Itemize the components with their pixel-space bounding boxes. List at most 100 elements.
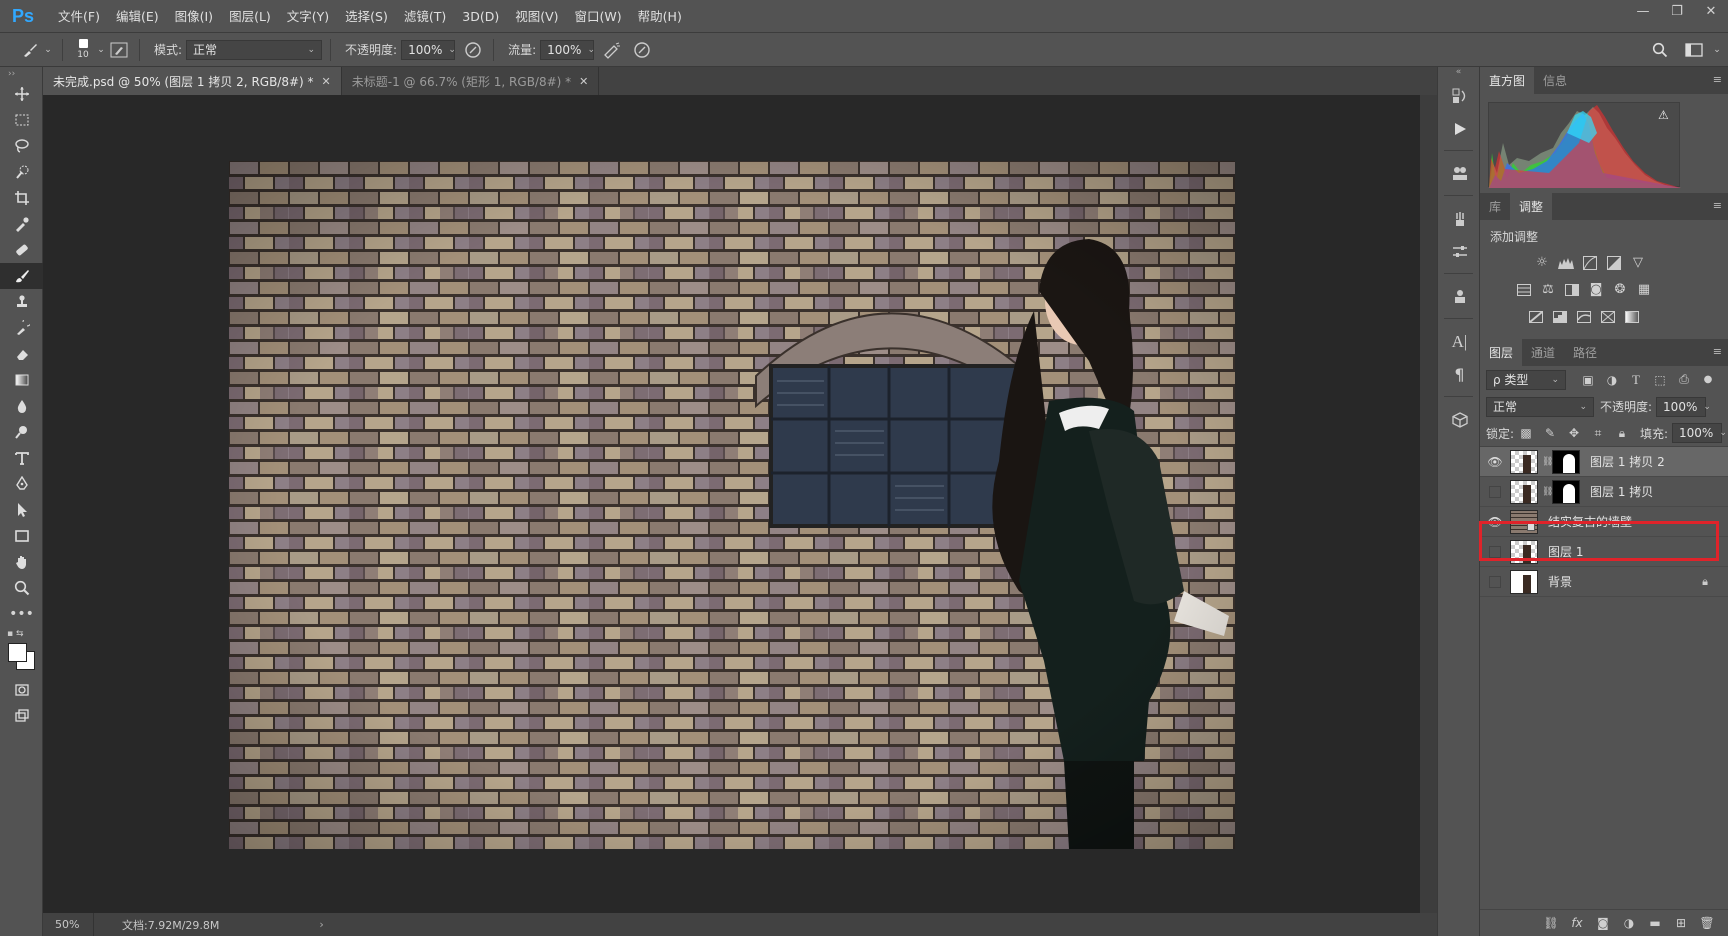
gradient-map-icon[interactable] — [1620, 306, 1644, 328]
menu-select[interactable]: 选择(S) — [337, 0, 396, 33]
delete-layer-icon[interactable]: 🗑︎ — [1694, 916, 1720, 930]
link-icon[interactable]: ⛓ — [1542, 487, 1553, 497]
chevron-down-icon[interactable]: ⌄ — [95, 38, 107, 62]
eye-icon[interactable] — [1480, 575, 1510, 588]
status-menu-arrow[interactable]: › — [319, 918, 323, 931]
zoom-tool[interactable] — [0, 575, 43, 601]
close-icon[interactable]: ✕ — [579, 75, 588, 88]
3d-panel-icon[interactable] — [1438, 157, 1481, 190]
menu-file[interactable]: 文件(F) — [50, 0, 108, 33]
color-balance-icon[interactable]: ⚖ — [1536, 279, 1560, 301]
layer-name[interactable]: 结实复古的墙壁 — [1548, 513, 1632, 530]
invert-icon[interactable] — [1524, 306, 1548, 328]
levels-icon[interactable] — [1554, 252, 1578, 274]
healing-brush-tool[interactable] — [0, 237, 43, 263]
menu-3d[interactable]: 3D(D) — [454, 0, 507, 33]
vertical-scrollbar[interactable] — [1420, 95, 1437, 913]
black-white-icon[interactable] — [1560, 279, 1584, 301]
filter-pixel-icon[interactable]: ▣ — [1576, 369, 1600, 391]
search-icon[interactable] — [1648, 38, 1672, 62]
filter-shape-icon[interactable]: ⬚ — [1648, 369, 1672, 391]
3d-cube-icon[interactable] — [1438, 403, 1481, 436]
mode-select[interactable]: 正常 ⌄ — [186, 39, 323, 60]
lasso-tool[interactable] — [0, 133, 43, 159]
airbrush-icon[interactable] — [600, 38, 624, 62]
eye-icon[interactable] — [1480, 545, 1510, 558]
posterize-icon[interactable] — [1548, 306, 1572, 328]
new-adjustment-icon[interactable]: ◑ — [1616, 916, 1642, 930]
close-icon[interactable]: ✕ — [322, 75, 331, 88]
brush-size-picker[interactable]: 10 — [71, 36, 95, 64]
history-panel-icon[interactable] — [1438, 79, 1481, 112]
foreground-color[interactable] — [8, 643, 27, 662]
quick-selection-tool[interactable] — [0, 159, 43, 185]
filter-adjustment-icon[interactable]: ◑ — [1600, 369, 1624, 391]
pressure-opacity-icon[interactable] — [461, 38, 485, 62]
menu-view[interactable]: 视图(V) — [507, 0, 566, 33]
tab-histogram[interactable]: 直方图 — [1480, 67, 1535, 94]
eye-icon[interactable]: 👁︎ — [1480, 455, 1510, 469]
restore-button[interactable]: ❐ — [1660, 0, 1694, 22]
default-colors-icon[interactable]: ▪ ⇆ — [7, 629, 24, 639]
panel-menu-icon[interactable]: ≡ — [1713, 73, 1722, 86]
threshold-icon[interactable] — [1572, 306, 1596, 328]
path-selection-tool[interactable] — [0, 497, 43, 523]
tab-info[interactable]: 信息 — [1534, 67, 1576, 94]
brush-preset-icon[interactable] — [18, 38, 42, 62]
eyedropper-tool[interactable] — [0, 211, 43, 237]
selective-color-icon[interactable] — [1596, 306, 1620, 328]
exposure-icon[interactable] — [1602, 252, 1626, 274]
filter-toggle-icon[interactable]: ● — [1696, 369, 1720, 391]
chevron-down-icon[interactable]: ⌄ — [1710, 38, 1724, 62]
minimize-button[interactable]: — — [1626, 0, 1660, 22]
properties-icon[interactable] — [1438, 235, 1481, 268]
character-panel-icon[interactable]: A| — [1438, 325, 1481, 358]
opacity-input[interactable]: 100% ⌄ — [401, 39, 456, 60]
paragraph-panel-icon[interactable]: ¶ — [1438, 358, 1481, 391]
color-swatches[interactable]: ▪ ⇆ — [0, 627, 43, 677]
curves-icon[interactable] — [1578, 252, 1602, 274]
lock-artboard-icon[interactable]: ⌗ — [1586, 422, 1610, 444]
layer-row[interactable]: 👁︎ 结实复古的墙壁 — [1480, 507, 1728, 537]
layer-name[interactable]: 图层 1 拷贝 — [1590, 483, 1653, 500]
menu-layer[interactable]: 图层(L) — [221, 0, 279, 33]
type-tool[interactable] — [0, 445, 43, 471]
marquee-tool[interactable] — [0, 107, 43, 133]
zoom-level[interactable]: 50% — [43, 918, 93, 931]
layer-row[interactable]: ⛓ 图层 1 拷贝 — [1480, 477, 1728, 507]
tab-document-2[interactable]: 未标题-1 @ 66.7% (矩形 1, RGB/8#) * ✕ — [341, 67, 600, 95]
lock-all-icon[interactable]: 🔒︎ — [1610, 422, 1634, 444]
layer-row[interactable]: 👁︎ ⛓ 图层 1 拷贝 2 — [1480, 447, 1728, 477]
document-canvas-image[interactable] — [229, 161, 1235, 849]
screen-mode-icon[interactable] — [0, 703, 43, 729]
warning-icon[interactable]: ⚠ — [1658, 108, 1669, 122]
vibrance-icon[interactable]: ▽ — [1626, 252, 1650, 274]
flow-input[interactable]: 100% ⌄ — [540, 39, 595, 60]
filter-type-icon[interactable]: T — [1624, 369, 1648, 391]
link-layers-icon[interactable]: ⛓ — [1538, 916, 1564, 930]
brightness-icon[interactable]: ☼ — [1530, 252, 1554, 274]
layer-name[interactable]: 背景 — [1548, 573, 1572, 590]
hand-tool[interactable] — [0, 549, 43, 575]
link-icon[interactable]: ⛓ — [1542, 457, 1553, 467]
new-layer-icon[interactable]: ⊞ — [1668, 916, 1694, 930]
layer-name[interactable]: 图层 1 拷贝 2 — [1590, 453, 1665, 470]
actions-panel-icon[interactable] — [1438, 112, 1481, 145]
new-group-icon[interactable]: ▬ — [1642, 916, 1668, 930]
workspace-icon[interactable] — [1682, 38, 1706, 62]
move-tool[interactable] — [0, 81, 43, 107]
history-brush-tool[interactable] — [0, 315, 43, 341]
panel-menu-icon[interactable]: ≡ — [1713, 345, 1722, 358]
brush-tool[interactable] — [0, 263, 43, 289]
quick-mask-icon[interactable] — [0, 677, 43, 703]
dodge-tool[interactable] — [0, 419, 43, 445]
brush-settings-icon[interactable] — [1438, 202, 1481, 235]
eye-icon[interactable]: 👁︎ — [1480, 515, 1510, 529]
layer-mask-thumbnail[interactable] — [1552, 479, 1580, 504]
eraser-tool[interactable] — [0, 341, 43, 367]
chevron-down-icon[interactable]: ⌄ — [42, 38, 54, 62]
tab-paths[interactable]: 路径 — [1564, 339, 1606, 366]
tab-channels[interactable]: 通道 — [1522, 339, 1564, 366]
menu-window[interactable]: 窗口(W) — [567, 0, 630, 33]
hue-saturation-icon[interactable] — [1512, 279, 1536, 301]
